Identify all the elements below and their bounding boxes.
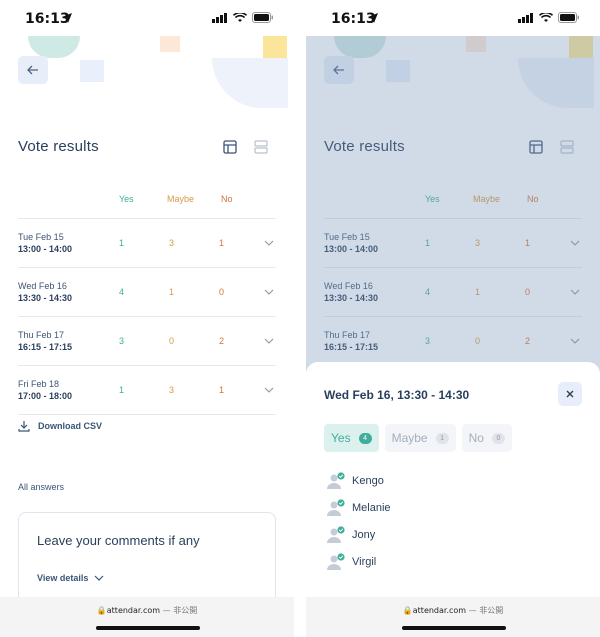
chevron-down-icon[interactable] [264, 387, 274, 394]
answer-tabs: Yes 4 Maybe 1 No 0 [324, 424, 512, 452]
voter-item: Virgil [326, 553, 376, 571]
voter-item: Jony [326, 526, 375, 544]
row-date: Wed Feb 16 [18, 281, 67, 291]
view-details-button[interactable]: View details [37, 573, 104, 583]
count-maybe: 0 [169, 336, 175, 346]
url-domain: attendar.com [106, 606, 161, 615]
battery-icon [558, 12, 579, 23]
table-view-icon[interactable] [223, 140, 237, 154]
voter-item: Kengo [326, 472, 384, 490]
download-icon [18, 421, 30, 432]
tab-maybe-label: Maybe [391, 431, 428, 445]
phone-screen-detail-sheet: 16:13 Vote results Yes Maybe No Tue Feb … [306, 0, 600, 637]
row-date: Fri Feb 18 [18, 379, 60, 389]
row-time: 16:15 - 17:15 [18, 342, 73, 352]
count-maybe: 3 [169, 385, 175, 395]
location-arrow-icon [368, 13, 378, 23]
signal-icon [212, 12, 227, 23]
screen-divider [294, 0, 306, 637]
row-divider [18, 414, 276, 415]
vote-detail-sheet: Wed Feb 16, 13:30 - 14:30 Yes 4 Maybe 1 … [306, 362, 600, 637]
count-yes: 3 [119, 336, 125, 346]
chevron-down-icon[interactable] [264, 289, 274, 296]
download-csv-link[interactable]: Download CSV [18, 420, 102, 432]
chevron-down-icon [94, 575, 104, 581]
row-divider [18, 365, 276, 366]
tab-maybe[interactable]: Maybe 1 [384, 424, 456, 452]
battery-icon [252, 12, 273, 23]
download-csv-label: Download CSV [38, 421, 103, 431]
user-check-icon [327, 499, 345, 516]
tab-no-label: No [468, 431, 484, 445]
count-no: 2 [219, 336, 225, 346]
voter-name: Jony [352, 529, 376, 541]
row-time: 13:00 - 14:00 [18, 244, 73, 254]
chevron-down-icon[interactable] [264, 240, 274, 247]
count-no: 0 [219, 287, 225, 297]
card-view-icon[interactable] [254, 140, 268, 154]
count-no: 1 [219, 238, 225, 248]
page-title: Vote results [18, 138, 99, 155]
browser-url-bar[interactable]: 🔒attendar.com — 非公開 [0, 597, 294, 637]
close-icon [566, 390, 574, 398]
home-indicator [96, 626, 200, 630]
count-yes: 1 [119, 238, 125, 248]
count-yes: 1 [119, 385, 125, 395]
view-details-label: View details [37, 573, 89, 583]
signal-icon [518, 12, 533, 23]
user-check-icon [327, 472, 345, 489]
count-no: 1 [219, 385, 225, 395]
url-domain: attendar.com [412, 606, 467, 615]
user-check-icon [327, 526, 345, 543]
status-bar: 16:13 [0, 0, 294, 36]
tab-yes[interactable]: Yes 4 [324, 424, 379, 452]
tab-no[interactable]: No 0 [461, 424, 512, 452]
voter-item: Melanie [326, 499, 391, 517]
row-date: Thu Feb 17 [18, 330, 65, 340]
chevron-down-icon[interactable] [264, 338, 274, 345]
sheet-title: Wed Feb 16, 13:30 - 14:30 [324, 388, 470, 402]
arrow-left-icon [27, 65, 38, 75]
column-header-yes: Yes [119, 194, 134, 204]
status-bar: 16:13 [306, 0, 600, 36]
url-suffix: — 非公開 [468, 606, 504, 615]
lock-icon: 🔒 [402, 606, 413, 615]
lock-icon: 🔒 [96, 606, 107, 615]
count-maybe: 3 [169, 238, 175, 248]
column-header-no: No [221, 194, 233, 204]
url-suffix: — 非公開 [162, 606, 198, 615]
tab-yes-count: 4 [358, 432, 372, 444]
browser-url-bar[interactable]: 🔒attendar.com — 非公開 [306, 597, 600, 637]
row-divider [18, 316, 276, 317]
user-check-icon [327, 553, 345, 570]
close-button[interactable] [558, 382, 582, 406]
row-divider [18, 218, 276, 219]
count-maybe: 1 [169, 287, 175, 297]
count-yes: 4 [119, 287, 125, 297]
location-arrow-icon [62, 13, 72, 23]
voter-name: Kengo [352, 475, 384, 487]
row-time: 17:00 - 18:00 [18, 391, 73, 401]
voter-name: Virgil [352, 556, 377, 568]
wifi-icon [539, 12, 553, 22]
tab-yes-label: Yes [331, 431, 351, 445]
row-time: 13:30 - 14:30 [18, 293, 73, 303]
phone-screen-results: 16:13 Vote results Yes Maybe No Tue Feb … [0, 0, 294, 637]
all-answers-heading: All answers [18, 482, 65, 492]
comments-title: Leave your comments if any [37, 533, 200, 548]
voter-name: Melanie [352, 502, 391, 514]
home-indicator [402, 626, 506, 630]
back-button[interactable] [18, 56, 48, 84]
tab-maybe-count: 1 [435, 432, 449, 444]
wifi-icon [233, 12, 247, 22]
tab-no-count: 0 [491, 432, 505, 444]
row-divider [18, 267, 276, 268]
column-header-maybe: Maybe [167, 194, 195, 204]
row-date: Tue Feb 15 [18, 232, 64, 242]
